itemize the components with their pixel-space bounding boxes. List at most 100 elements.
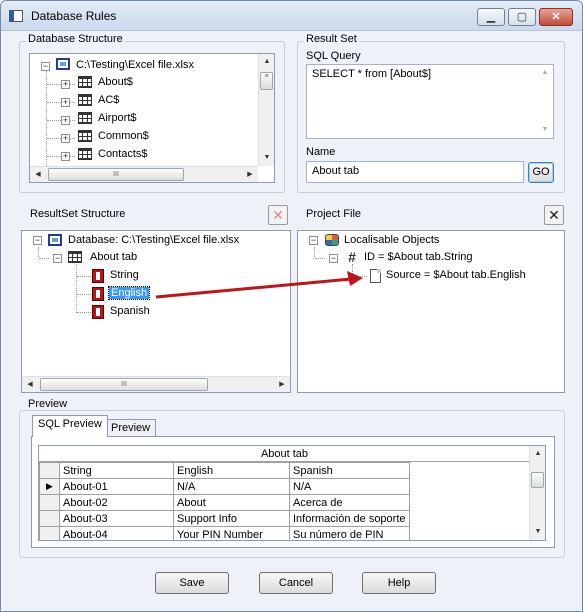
cell[interactable]: About-03 [59, 510, 174, 527]
cell[interactable]: N/A [289, 478, 410, 495]
sql-scrollbar[interactable]: ▲ ▼ [537, 65, 553, 138]
collapse-icon[interactable]: − [53, 254, 62, 263]
tab-preview[interactable]: Preview [105, 419, 157, 437]
cell[interactable]: Su número de PIN [289, 526, 410, 540]
maximize-button[interactable]: ▢ [508, 8, 536, 26]
tree-item-common[interactable]: Common$ [98, 128, 149, 145]
sql-query-field[interactable]: SELECT * from [About$] ▲ ▼ [306, 64, 554, 139]
cell[interactable]: Your PIN Number [173, 526, 290, 540]
tree-item-ac[interactable]: AC$ [98, 92, 119, 109]
header-spanish[interactable]: Spanish [289, 462, 410, 479]
tree-root-file[interactable]: C:\Testing\Excel file.xlsx [76, 57, 194, 74]
preview-table: String English Spanish ▶ About-01 N/A N/… [39, 462, 410, 540]
cell[interactable]: About-04 [59, 526, 174, 540]
table-row[interactable]: About-03 Support Info Información de sop… [39, 510, 410, 527]
collapse-icon[interactable]: − [329, 254, 338, 263]
horizontal-scrollbar[interactable]: ◀ III ▶ [30, 166, 258, 182]
column-icon [92, 269, 104, 283]
remove-button[interactable]: ✕ [544, 205, 564, 225]
column-string[interactable]: String [110, 267, 139, 284]
delete-icon: ✕ [548, 207, 560, 223]
title-bar[interactable]: Database Rules ▁ ▢ ✕ [1, 1, 582, 31]
close-button[interactable]: ✕ [539, 8, 573, 26]
scroll-up-icon[interactable]: ▲ [530, 446, 545, 462]
database-structure-tree[interactable]: − C:\Testing\Excel file.xlsx + About$ + … [29, 53, 275, 183]
save-button[interactable]: Save [155, 572, 229, 594]
scroll-down-icon[interactable]: ▼ [530, 524, 545, 540]
column-english[interactable]: English [107, 286, 151, 300]
mapping-arrow [155, 271, 363, 299]
localisable-objects-root[interactable]: Localisable Objects [344, 232, 439, 249]
table-icon [78, 112, 92, 124]
remove-button[interactable]: ✕ [268, 205, 288, 225]
horizontal-scrollbar[interactable]: ◀ III ▶ [22, 376, 290, 392]
table-icon [78, 76, 92, 88]
expand-icon[interactable]: + [61, 80, 70, 89]
preview-panel: About tab String English Spanish ▶ About… [31, 436, 555, 548]
help-button[interactable]: Help [362, 572, 436, 594]
tree-item-airport[interactable]: Airport$ [98, 110, 137, 127]
cancel-button[interactable]: Cancel [259, 572, 333, 594]
table-icon [78, 148, 92, 160]
column-spanish[interactable]: Spanish [110, 303, 150, 320]
scroll-left-icon[interactable]: ◀ [30, 167, 46, 182]
expand-icon[interactable]: + [61, 98, 70, 107]
table-row[interactable]: ▶ About-01 N/A N/A [39, 478, 410, 495]
scroll-left-icon[interactable]: ◀ [22, 377, 38, 392]
expand-icon[interactable]: + [61, 134, 70, 143]
cell[interactable]: About-01 [59, 478, 174, 495]
result-set-label: Result Set [304, 33, 359, 45]
scroll-thumb[interactable]: III [48, 168, 184, 181]
tab-sql-preview[interactable]: SQL Preview [32, 415, 108, 437]
database-rules-window: Database Rules ▁ ▢ ✕ Database Structure … [0, 0, 583, 612]
cell[interactable]: Información de soporte [289, 510, 410, 527]
vertical-scrollbar[interactable]: ▲ ▼ [529, 446, 545, 540]
localisable-objects-icon [325, 234, 339, 246]
tree-item-contacts[interactable]: Contacts$ [98, 146, 148, 163]
vertical-scrollbar[interactable]: ▲ ≡ ▼ [258, 54, 274, 166]
resultset-structure-tree[interactable]: − Database: C:\Testing\Excel file.xlsx −… [21, 230, 291, 393]
preview-grid[interactable]: About tab String English Spanish ▶ About… [38, 445, 546, 541]
cell[interactable]: N/A [173, 478, 290, 495]
collapse-icon[interactable]: − [309, 236, 318, 245]
header-english[interactable]: English [173, 462, 290, 479]
resultset-root[interactable]: Database: C:\Testing\Excel file.xlsx [68, 232, 239, 249]
scroll-down-icon[interactable]: ▼ [537, 122, 553, 138]
cell[interactable]: Acerca de [289, 494, 410, 511]
tree-item-about[interactable]: About$ [98, 74, 133, 91]
scroll-right-icon[interactable]: ▶ [274, 377, 290, 392]
name-field[interactable]: About tab [306, 161, 524, 183]
project-file-tree[interactable]: − Localisable Objects − # ID = $About ta… [297, 230, 565, 393]
resultset-table[interactable]: About tab [90, 249, 137, 266]
go-button[interactable]: GO [528, 162, 554, 183]
column-icon [92, 305, 104, 319]
scroll-up-icon[interactable]: ▲ [259, 54, 274, 70]
header-string[interactable]: String [59, 462, 174, 479]
scroll-up-icon[interactable]: ▲ [537, 65, 553, 81]
scroll-thumb[interactable] [531, 472, 544, 488]
table-row[interactable]: About-04 Your PIN Number Su número de PI… [39, 526, 410, 540]
scroll-thumb[interactable]: III [40, 378, 208, 391]
table-row[interactable]: About-02 About Acerca de [39, 494, 410, 511]
name-label: Name [306, 146, 336, 158]
id-item[interactable]: ID = $About tab.String [364, 249, 473, 266]
cell[interactable]: About [173, 494, 290, 511]
column-english-selected: English [107, 285, 151, 301]
expand-icon[interactable]: + [61, 116, 70, 125]
document-icon [370, 269, 381, 283]
source-item[interactable]: Source = $About tab.English [386, 267, 526, 284]
scroll-thumb[interactable]: ≡ [260, 72, 273, 90]
project-file-label: Project File [304, 208, 364, 220]
minimize-button[interactable]: ▁ [477, 8, 505, 26]
scroll-down-icon[interactable]: ▼ [259, 150, 274, 166]
collapse-icon[interactable]: − [33, 236, 42, 245]
cell[interactable]: Support Info [173, 510, 290, 527]
resultset-structure-label: ResultSet Structure [28, 208, 128, 220]
collapse-icon[interactable]: − [41, 62, 50, 71]
preview-label: Preview [26, 398, 70, 410]
hash-icon: # [348, 249, 356, 265]
sql-query-label: SQL Query [306, 50, 361, 62]
cell[interactable]: About-02 [59, 494, 174, 511]
scroll-right-icon[interactable]: ▶ [242, 167, 258, 182]
expand-icon[interactable]: + [61, 152, 70, 161]
